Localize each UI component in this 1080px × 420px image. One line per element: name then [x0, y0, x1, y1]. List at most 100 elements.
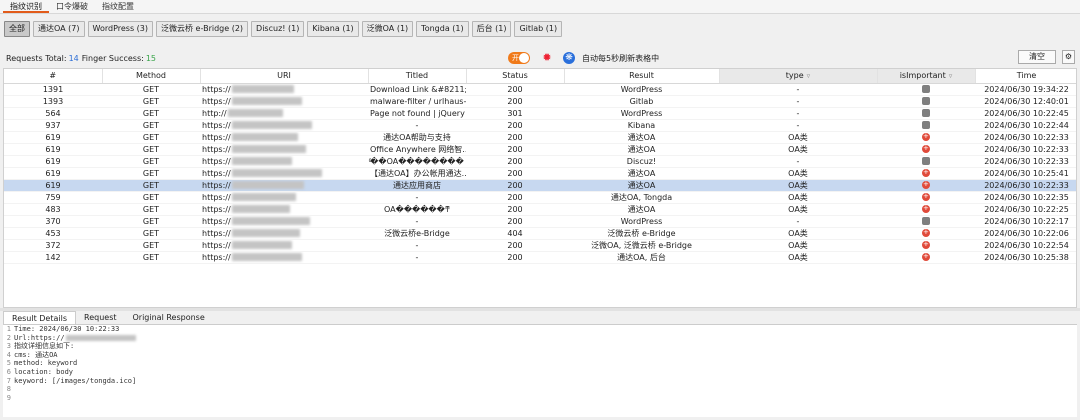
cell-time: 2024/06/30 10:22:54 — [975, 239, 1076, 252]
col-header-titled[interactable]: Titled — [368, 69, 467, 84]
cell-important — [877, 83, 975, 96]
table-row[interactable]: 619GEThttps:// 通达OA帮助与支持200通达OAOA类 2024/06… — [4, 131, 1076, 144]
uri-text: https:// — [202, 168, 231, 178]
uri-text: https:// — [202, 144, 231, 154]
auto-refresh-toggle[interactable]: 开 — [508, 52, 530, 64]
cell-status: 200 — [466, 155, 564, 168]
table-row[interactable]: 619 GET https:// Office Anywhere 网络智... 200 通… — [4, 143, 1076, 156]
cell-result: 通达OA, 后台 — [564, 251, 719, 264]
cell-method: GET — [102, 119, 200, 132]
table-row[interactable]: 372 GET https:// -200 泛微OA, 泛微云桥 e-Bridge OA类… — [4, 239, 1076, 252]
cell-method: GET — [102, 95, 200, 108]
cell-title: - — [368, 119, 466, 132]
cell-result: 通达OA, Tongda — [564, 191, 719, 204]
cell-title: - — [368, 251, 466, 264]
clear-button[interactable]: 清空 — [1018, 50, 1056, 64]
cell-important — [877, 95, 975, 108]
cell-uri: https:// — [200, 251, 368, 264]
filter-icon[interactable]: ▿ — [807, 72, 811, 80]
requests-total-label: Requests Total: — [6, 53, 67, 63]
col-header-type[interactable]: type ▿ — [719, 69, 878, 84]
filter-all-button[interactable]: 全部 — [4, 21, 30, 37]
table-row[interactable]: 619 GET https://ͨ��OA�������� 200 Discuz! - 20… — [4, 155, 1076, 168]
filter-button[interactable]: Discuz! (1) — [251, 21, 305, 37]
grid-settings-icon[interactable]: ⚙ — [1062, 50, 1075, 64]
tab-fingerprint-config[interactable]: 指纹配置 — [95, 0, 141, 13]
tab-fingerprint-recognition[interactable]: 指纹识别 — [3, 0, 49, 13]
cell-title: Download Link &#8211; ... — [368, 83, 466, 96]
result-details-panel[interactable]: 1 Time: 2024/06/30 10:22:33 2 Url:https://3… — [3, 324, 1077, 417]
table-row[interactable]: 142GEThttps:// -200通达OA, 后台OA类 2024/06/30 … — [4, 251, 1076, 264]
table-row[interactable]: 370 GET https://-200 WordPress -2024/06/30 1… — [4, 215, 1076, 228]
cell-uri: https:// — [200, 83, 368, 96]
filter-button[interactable]: 泛微OA (1) — [361, 21, 414, 37]
filter-button[interactable]: 后台 (1) — [471, 21, 512, 37]
cell-status: 200 — [466, 131, 564, 144]
col-header-status[interactable]: Status — [466, 69, 565, 84]
detail-line: 8 — [3, 385, 1077, 394]
cell-important — [877, 167, 975, 180]
important-marker-icon — [922, 167, 930, 178]
cell-time: 2024/06/30 10:22:35 — [975, 191, 1076, 204]
filter-button[interactable]: WordPress (3) — [87, 21, 154, 37]
col-header-result[interactable]: Result — [564, 69, 720, 84]
filter-button[interactable]: Tongda (1) — [416, 21, 469, 37]
cell-result: 通达OA — [564, 131, 719, 144]
cell-id: 370 — [4, 215, 102, 228]
line-number: 2 — [6, 333, 11, 342]
cell-status: 200 — [466, 179, 564, 192]
bug-icon[interactable]: ✹ — [540, 51, 554, 65]
cell-title: 泛微云桥e-Bridge — [368, 227, 466, 240]
col-header-id[interactable]: # — [4, 69, 103, 84]
cell-title: 通达应用商店 — [368, 179, 466, 192]
uri-wrap: https:// — [202, 252, 366, 263]
filter-button[interactable]: Kibana (1) — [307, 21, 359, 37]
cell-status: 200 — [466, 251, 564, 264]
table-row[interactable]: 937 GET https://-200 Kibana -2024/06/30 10:2… — [4, 119, 1076, 132]
uri-wrap: https:// — [202, 168, 366, 179]
table-row[interactable]: 619GEThttps:// 【通达OA】办公帐用通达...200通达OAOA类 2… — [4, 167, 1076, 180]
cell-uri: https:// — [200, 179, 368, 192]
tab-request[interactable]: Request — [76, 311, 125, 324]
filter-button[interactable]: 通达OA (7) — [33, 21, 85, 37]
cell-important — [877, 215, 975, 228]
cell-important — [877, 143, 975, 156]
cell-important — [877, 251, 975, 264]
table-row[interactable]: 619GEThttps:// 通达应用商店200通达OAOA类 2024/06/30… — [4, 179, 1076, 192]
cell-uri: https:// — [200, 215, 368, 228]
cell-status: 200 — [466, 95, 564, 108]
refresh-icon[interactable]: ❋ — [563, 52, 575, 64]
table-row[interactable]: 1393GEThttps:// malware-filter / urlhaus-… — [4, 95, 1076, 108]
filter-button[interactable]: Gitlab (1) — [514, 21, 563, 37]
cell-time: 2024/06/30 10:22:17 — [975, 215, 1076, 228]
cell-id: 453 — [4, 227, 102, 240]
cell-status: 200 — [466, 203, 564, 216]
col-header-isimportant[interactable]: isImportant ▿ — [877, 69, 976, 84]
cell-type: - — [719, 215, 877, 228]
top-tab-bar: 指纹识别 口令爆破 指纹配置 — [0, 0, 1080, 14]
uri-wrap: https:// — [202, 156, 366, 167]
filter-button[interactable]: 泛微云桥 e-Bridge (2) — [156, 21, 249, 37]
col-header-method[interactable]: Method — [102, 69, 201, 84]
col-header-time[interactable]: Time — [975, 69, 1076, 84]
col-header-uri[interactable]: URI — [200, 69, 369, 84]
cell-title: - — [368, 215, 466, 228]
tab-original-response[interactable]: Original Response — [125, 311, 213, 324]
tab-result-details[interactable]: Result Details — [3, 311, 76, 324]
filter-icon[interactable]: ▿ — [949, 72, 953, 80]
table-row[interactable]: 483GEThttps:// OA������ͳ200通达OAOA类 2024/06… — [4, 203, 1076, 216]
table-row[interactable]: 453 GET https:// 泛微云桥e-Bridge 404 泛微云桥 e-Brid… — [4, 227, 1076, 240]
cell-uri: https:// — [200, 227, 368, 240]
cell-status: 200 — [466, 83, 564, 96]
table-row[interactable]: 759GEThttps:// -200通达OA, TongdaOA类 2024/06… — [4, 191, 1076, 204]
table-row[interactable]: 564GEThttp:// Page not found | jQuery F..… — [4, 107, 1076, 120]
redacted-host — [227, 109, 283, 117]
line-number: 3 — [6, 342, 11, 351]
table-row[interactable]: 1391GEThttps:// Download Link &#8211; ...… — [4, 83, 1076, 96]
uri-wrap: https:// — [202, 192, 366, 203]
cell-title: - — [368, 191, 466, 204]
tab-password-bruteforce[interactable]: 口令爆破 — [49, 0, 95, 13]
cell-uri: https:// — [200, 119, 368, 132]
redacted-host — [231, 241, 292, 249]
cell-method: GET — [102, 155, 200, 168]
